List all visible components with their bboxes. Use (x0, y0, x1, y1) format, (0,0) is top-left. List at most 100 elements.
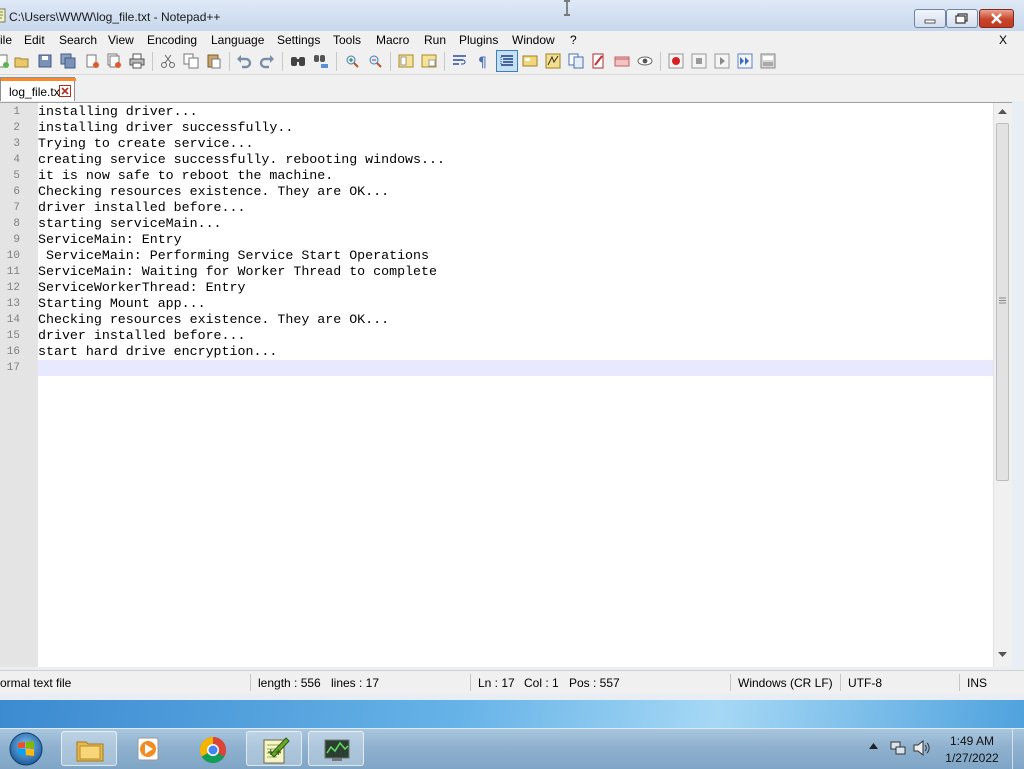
redo-icon[interactable] (259, 53, 275, 69)
code-line[interactable]: start hard drive encryption... (38, 344, 277, 360)
play-macro-icon[interactable] (714, 53, 730, 69)
code-line[interactable]: ServiceMain: Performing Service Start Op… (38, 248, 429, 264)
status-eol-format[interactable]: Windows (CR LF) (738, 676, 833, 690)
find-icon[interactable] (290, 53, 306, 69)
cut-icon[interactable] (160, 53, 176, 69)
record-macro-icon[interactable] (668, 53, 684, 69)
line-number-gutter: 1 2 3 4 5 6 7 8 9 10 11 12 13 14 15 16 17 (0, 103, 38, 667)
taskbar-media-player[interactable] (121, 731, 177, 766)
code-line[interactable]: it is now safe to reboot the machine. (38, 168, 333, 184)
indent-guide-icon[interactable] (499, 53, 515, 69)
code-line[interactable]: starting serviceMain... (38, 216, 222, 232)
code-line[interactable]: driver installed before... (38, 328, 245, 344)
menu-run[interactable]: Run (424, 33, 446, 47)
close-all-icon[interactable] (106, 53, 122, 69)
folder-as-workspace-icon[interactable] (591, 53, 607, 69)
project-panel-icon[interactable] (614, 53, 630, 69)
word-wrap-icon[interactable] (452, 53, 468, 69)
line-number: 4 (13, 154, 20, 166)
code-line[interactable]: creating service successfully. rebooting… (38, 152, 445, 168)
taskbar-file-explorer[interactable] (61, 731, 117, 766)
line-number: 10 (6, 250, 20, 262)
line-number: 16 (6, 346, 20, 358)
replace-icon[interactable] (313, 53, 329, 69)
undo-icon[interactable] (236, 53, 252, 69)
close-window-button[interactable] (979, 9, 1014, 28)
clock-time[interactable]: 1:49 AM (947, 734, 997, 748)
task-manager-icon (324, 739, 350, 761)
code-line[interactable]: installing driver successfully.. (38, 120, 293, 136)
status-lines: lines : 17 (331, 676, 380, 690)
code-line[interactable]: Checking resources existence. They are O… (38, 312, 389, 328)
tab-active-indicator (1, 78, 76, 81)
show-hidden-icons-icon[interactable] (869, 743, 878, 749)
code-line[interactable]: ServiceMain: Waiting for Worker Thread t… (38, 264, 437, 280)
close-file-icon[interactable] (84, 53, 100, 69)
network-icon[interactable] (890, 740, 906, 756)
menu-edit[interactable]: Edit (24, 33, 45, 47)
title-bar[interactable]: C:\Users\WWW\log_file.txt - Notepad++ (0, 0, 1024, 31)
code-line[interactable]: ServiceMain: Entry (38, 232, 182, 248)
doc-map-icon[interactable] (545, 53, 561, 69)
restore-button[interactable] (946, 9, 978, 28)
menu-window[interactable]: Window (512, 33, 555, 47)
restore-icon (955, 13, 968, 24)
function-list-icon[interactable] (568, 53, 584, 69)
save-icon[interactable] (37, 53, 53, 69)
code-line[interactable]: Trying to create service... (38, 136, 253, 152)
print-icon[interactable] (129, 53, 145, 69)
line-number: 8 (13, 218, 20, 230)
menu-settings[interactable]: Settings (277, 33, 320, 47)
zoom-out-icon[interactable] (367, 53, 383, 69)
show-all-chars-icon[interactable]: ¶ (475, 53, 491, 69)
menu-encoding[interactable]: Encoding (147, 33, 197, 47)
open-icon[interactable] (14, 53, 30, 69)
code-line[interactable]: ServiceWorkerThread: Entry (38, 280, 245, 296)
code-line[interactable]: Checking resources existence. They are O… (38, 184, 389, 200)
taskbar-chrome[interactable] (185, 731, 241, 766)
code-line[interactable]: Starting Mount app... (38, 296, 206, 312)
paste-icon[interactable] (206, 53, 222, 69)
sync-vertical-icon[interactable] (398, 53, 414, 69)
tab-label: log_file.txt (9, 85, 64, 99)
menu-view[interactable]: View (108, 33, 134, 47)
close-document-button[interactable]: X (999, 33, 1007, 47)
menu-help[interactable]: ? (570, 33, 577, 47)
copy-icon[interactable] (183, 53, 199, 69)
clock-date[interactable]: 1/27/2022 (942, 751, 1002, 765)
menu-tools[interactable]: Tools (333, 33, 361, 47)
start-button[interactable] (6, 730, 46, 768)
scroll-up-arrow-icon[interactable] (998, 109, 1007, 115)
editor-area[interactable]: 1 2 3 4 5 6 7 8 9 10 11 12 13 14 15 16 17 installing dri… (0, 102, 1012, 667)
run-macro-multiple-icon[interactable] (737, 53, 753, 69)
menu-search[interactable]: Search (59, 33, 97, 47)
status-position: Pos : 557 (569, 676, 620, 690)
code-line[interactable]: installing driver... (38, 104, 198, 120)
menu-language[interactable]: Language (211, 33, 264, 47)
menu-file[interactable]: ile (0, 33, 12, 47)
sync-horizontal-icon[interactable] (421, 53, 437, 69)
minimize-button[interactable] (914, 9, 946, 28)
status-encoding[interactable]: UTF-8 (848, 676, 882, 690)
taskbar-notepad-plus-plus[interactable]: ++ (246, 731, 302, 766)
code-line[interactable]: driver installed before... (38, 200, 245, 216)
taskbar-task-manager[interactable] (308, 731, 364, 766)
tab-log-file[interactable]: log_file.txt (0, 77, 76, 101)
user-defined-lang-icon[interactable] (522, 53, 538, 69)
tab-close-icon[interactable] (59, 85, 71, 97)
volume-icon[interactable] (913, 740, 931, 756)
save-macro-icon[interactable] (760, 53, 776, 69)
vertical-scrollbar[interactable] (993, 103, 1012, 667)
new-icon[interactable] (0, 53, 10, 69)
stop-macro-icon[interactable] (691, 53, 707, 69)
tab-bar: log_file.txt (0, 75, 1024, 101)
show-desktop-button[interactable] (1012, 729, 1024, 769)
menu-plugins[interactable]: Plugins (459, 33, 498, 47)
menu-macro[interactable]: Macro (376, 33, 409, 47)
save-all-icon[interactable] (60, 53, 76, 69)
scroll-down-arrow-icon[interactable] (998, 652, 1007, 658)
monitoring-eye-icon[interactable] (637, 53, 653, 69)
status-file-type: ormal text file (0, 676, 72, 690)
scrollbar-thumb[interactable] (996, 123, 1009, 481)
zoom-in-icon[interactable] (344, 53, 360, 69)
